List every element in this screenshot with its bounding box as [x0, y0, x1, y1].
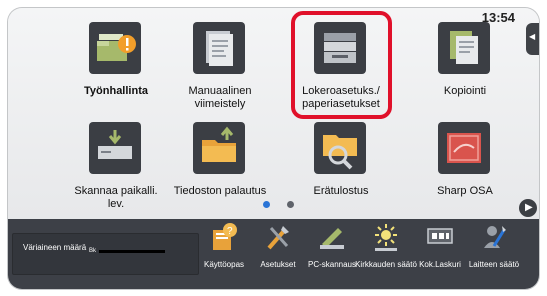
machine-adjust-icon	[480, 222, 508, 252]
tile-label: Työnhallinta	[84, 85, 148, 97]
batch-print-icon	[314, 122, 366, 174]
file-retrieve-icon	[193, 122, 245, 174]
play-arrow-icon: ▶	[525, 202, 533, 213]
brightness-icon	[372, 222, 400, 252]
job-status-icon	[89, 22, 141, 74]
button-label: Laitteen säätö	[468, 260, 520, 269]
tile-label: Skannaa paikalli. lev.	[74, 185, 158, 210]
toner-level-panel: Väriaineen määrä Bk	[12, 233, 199, 275]
left-arrow-icon: ◀	[529, 32, 536, 41]
button-label: PC-skannaus	[307, 260, 357, 269]
total-count-icon	[426, 222, 454, 252]
page-indicator-inactive[interactable]	[287, 201, 294, 208]
button-label: Asetukset	[260, 260, 296, 269]
tile-label: Tiedoston palautus	[173, 185, 267, 197]
button-label: Kirkkauden säätö	[355, 260, 417, 269]
settings-icon	[264, 222, 292, 252]
scan-to-local-drive-icon	[89, 122, 141, 174]
toner-label: Väriaineen määrä	[23, 243, 87, 252]
next-page-button[interactable]: ▶	[519, 199, 537, 217]
pc-scan-icon	[318, 222, 346, 252]
home-screen: 13:54 ◀ Työnhallinta Manuaalinen viimeis…	[8, 8, 539, 219]
touch-panel-frame: 13:54 ◀ Työnhallinta Manuaalinen viimeis…	[8, 8, 539, 289]
sharp-osa-icon	[438, 122, 490, 174]
user-guide-icon: ?	[210, 222, 238, 252]
toner-color-label: Bk	[89, 248, 97, 254]
button-label: Kok.Laskuri	[419, 260, 461, 269]
button-label: Käyttöopas	[203, 260, 245, 269]
tile-label: Manuaalinen viimeistely	[188, 85, 252, 110]
page-indicator-active[interactable]	[263, 201, 270, 208]
tile-label: Erätulostus	[313, 185, 369, 197]
highlight-frame	[291, 11, 392, 119]
manual-finishing-icon	[193, 22, 245, 74]
svg-text:?: ?	[227, 226, 233, 237]
tile-label: Sharp OSA	[437, 185, 493, 197]
copy-icon	[438, 22, 490, 74]
toner-level-bar	[99, 250, 165, 253]
side-tab[interactable]: ◀	[526, 23, 539, 55]
tile-label: Kopiointi	[443, 85, 487, 97]
